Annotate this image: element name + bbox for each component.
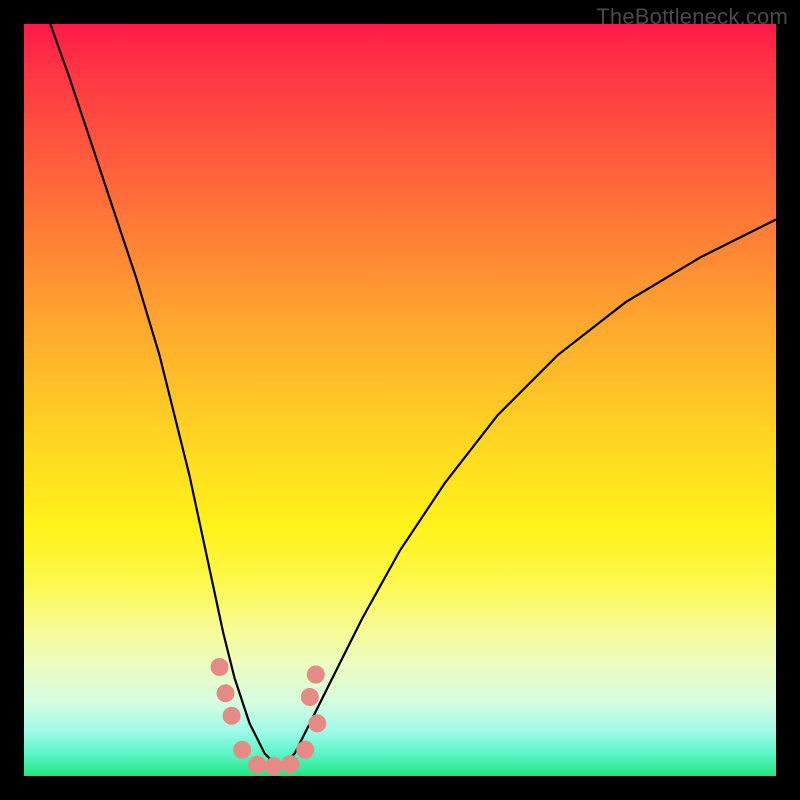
marker-dot (308, 714, 326, 732)
marker-dot (211, 658, 229, 676)
marker-dot (248, 756, 266, 774)
marker-dot (217, 684, 235, 702)
marker-dot (223, 707, 241, 725)
curve-right-branch (280, 220, 776, 769)
curve-left-branch (50, 24, 279, 769)
marker-dot (296, 741, 314, 759)
marker-dot (265, 757, 283, 775)
marker-dot (301, 688, 319, 706)
marker-dot (307, 666, 325, 684)
marker-dot (281, 755, 299, 773)
chart-plot-area (24, 24, 776, 776)
marker-dot (233, 741, 251, 759)
chart-svg (24, 24, 776, 776)
attribution-text: TheBottleneck.com (596, 4, 788, 30)
